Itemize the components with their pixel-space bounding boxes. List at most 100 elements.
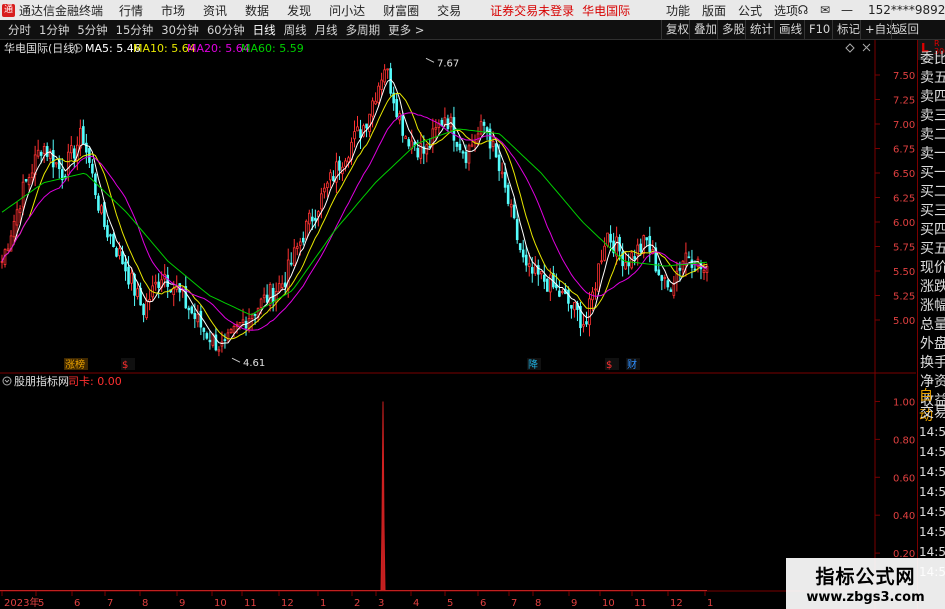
period-60min[interactable]: 60分钟 — [203, 22, 249, 38]
candle-body — [518, 243, 522, 251]
candle-body — [220, 341, 224, 347]
period-fenshi[interactable]: 分时 — [4, 22, 35, 38]
watermark-title: 指标公式网 — [815, 566, 916, 588]
candle-body — [286, 259, 290, 291]
menu-faxian[interactable]: 发现 — [278, 2, 320, 19]
f10-button[interactable]: F10 — [804, 20, 834, 39]
date-label: 5 — [447, 598, 453, 609]
period-30min[interactable]: 30分钟 — [157, 22, 203, 38]
price-tick-label: 6.25 — [893, 194, 915, 205]
candle-body — [597, 263, 600, 292]
candle-body — [15, 209, 19, 226]
candle-body — [18, 208, 22, 214]
period-5min[interactable]: 5分钟 — [73, 22, 111, 38]
sidebar-label: 涨幅 — [920, 298, 945, 314]
date-label: 11 — [634, 598, 647, 609]
app-logo: 通 通达信金融终端 — [0, 2, 110, 19]
trade-time: 14:56 — [919, 445, 945, 459]
menu-gongneng[interactable]: 功能 — [660, 2, 696, 19]
huaxian-button[interactable]: 画线 — [774, 20, 806, 39]
date-label: 12 — [281, 598, 294, 609]
sidebar-label: 卖四 — [920, 89, 945, 105]
candle-body — [539, 271, 543, 275]
candle-body — [187, 307, 191, 311]
date-label: 3 — [378, 598, 384, 609]
candle-body — [573, 302, 576, 311]
date-label: 4 — [413, 598, 419, 609]
candle-body — [36, 149, 40, 157]
minimize-icon[interactable]: — — [836, 3, 858, 17]
candle-body — [416, 147, 420, 158]
candle-body — [45, 146, 49, 157]
candle-body — [127, 266, 130, 285]
candle-body — [109, 234, 112, 237]
sidebar-label: 买五 — [920, 241, 945, 257]
date-label: 2 — [354, 598, 360, 609]
candle-body — [30, 172, 34, 178]
period-multi[interactable]: 多周期 — [342, 22, 385, 38]
menu-caifuquan[interactable]: 财富圈 — [374, 2, 428, 19]
headset-icon[interactable]: ☊ — [792, 3, 814, 17]
period-daily[interactable]: 日线 — [249, 22, 280, 38]
account-id[interactable]: 152****9892 — [868, 3, 945, 17]
period-1min[interactable]: 1分钟 — [35, 22, 73, 38]
mail-icon[interactable]: ✉ — [814, 3, 836, 17]
menu-banmian[interactable]: 版面 — [696, 2, 732, 19]
candle-body — [277, 283, 281, 293]
candle-body — [368, 113, 371, 133]
sidebar-label: 总量 — [920, 317, 945, 333]
period-15min[interactable]: 15分钟 — [112, 22, 158, 38]
period-monthly[interactable]: 月线 — [311, 22, 342, 38]
candle-body — [678, 267, 682, 271]
candle-body — [639, 243, 643, 252]
menu-jiaoyi[interactable]: 交易 — [428, 2, 470, 19]
candle-body — [515, 219, 519, 241]
menu-bar: 通 通达信金融终端 行情 市场 资讯 数据 发现 问小达 财富圈 交易 证券交易… — [0, 0, 945, 20]
candle-body — [549, 274, 552, 293]
menu-hangqing[interactable]: 行情 — [110, 2, 152, 19]
event-tag[interactable]: 涨榜 — [65, 358, 85, 371]
right-menu: 功能 版面 公式 选项 — [660, 2, 804, 19]
candle-body — [648, 235, 652, 253]
menu-zixun[interactable]: 资讯 — [194, 2, 236, 19]
event-tag[interactable]: $ — [606, 360, 612, 371]
candle-body — [624, 262, 627, 270]
tongji-button[interactable]: 统计 — [745, 20, 777, 39]
trade-time: 14:56 — [919, 505, 945, 519]
candle-body — [115, 247, 118, 257]
candle-body — [383, 69, 386, 83]
candle-body — [229, 328, 233, 333]
candle-body — [69, 145, 73, 154]
event-tag[interactable]: 财 — [627, 358, 637, 371]
candle-body — [338, 160, 341, 171]
back-button[interactable]: 返回 — [891, 20, 923, 39]
menu-wenxiaoda[interactable]: 问小达 — [320, 2, 374, 19]
date-label: 9 — [179, 598, 185, 609]
event-tag[interactable]: 降 — [528, 358, 538, 371]
menu-shuju[interactable]: 数据 — [236, 2, 278, 19]
menu-gongshi[interactable]: 公式 — [732, 2, 768, 19]
candle-body — [97, 195, 100, 211]
candle-body — [509, 203, 513, 208]
candle-body — [663, 277, 667, 279]
kline-chart[interactable]: 华电国际(日线) MA5: 5.46 MA10: 5.64 MA20: 5.64… — [0, 40, 916, 609]
date-label: 8 — [535, 598, 541, 609]
candle-body — [27, 177, 31, 186]
period-more[interactable]: 更多 > — [384, 22, 428, 38]
trade-label: 交易 — [920, 405, 945, 421]
period-weekly[interactable]: 周线 — [280, 22, 311, 38]
candle-body — [347, 157, 350, 163]
candle-body — [464, 151, 468, 163]
event-tag[interactable]: $ — [122, 360, 128, 371]
menu-shichang[interactable]: 市场 — [152, 2, 194, 19]
price-tick-label: 5.50 — [893, 267, 915, 278]
candle-body — [365, 123, 368, 129]
candle-body — [609, 233, 612, 243]
indicator-tick-label: 1.00 — [893, 397, 915, 408]
candle-body — [561, 291, 564, 294]
tdx-logo-icon: 通 — [2, 3, 15, 17]
app-title: 通达信金融终端 — [19, 3, 104, 18]
login-warning[interactable]: 证券交易未登录 — [490, 2, 574, 19]
window-tools: ☊ ✉ — — [792, 3, 858, 17]
sidebar-label: 卖一 — [920, 146, 945, 162]
